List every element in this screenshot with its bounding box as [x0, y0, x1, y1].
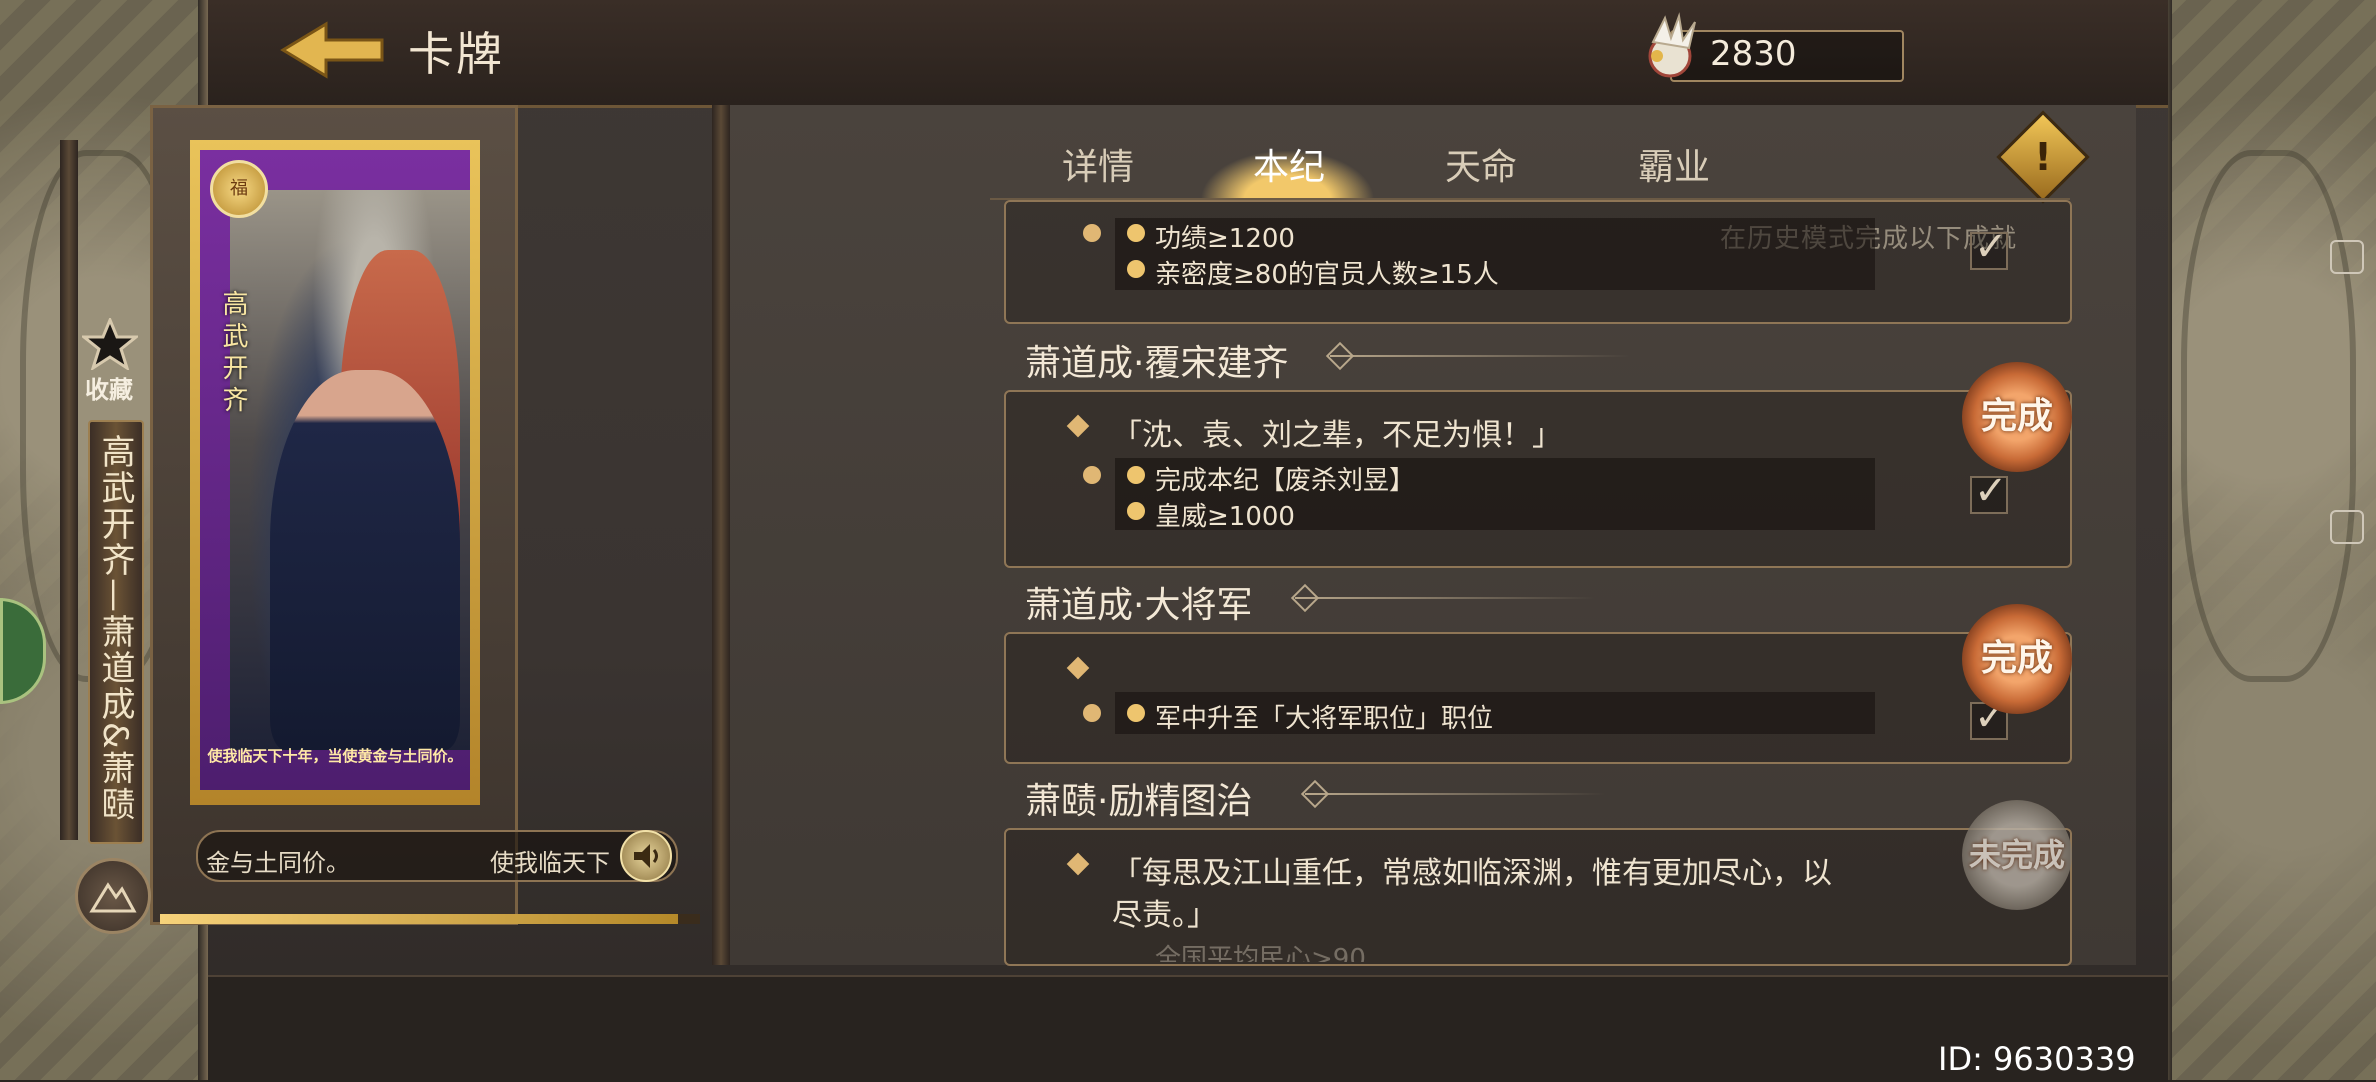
heading-ornament: [1330, 355, 1630, 357]
voice-quote-right: 使我临天下: [490, 849, 610, 877]
condition-bullet: [1127, 704, 1145, 722]
condition-text: 完成本纪【废杀刘昱】: [1155, 466, 1416, 496]
condition-dot: [1083, 704, 1101, 722]
condition-checkbox: [1970, 224, 2008, 270]
heading-ornament: [1305, 793, 1605, 795]
star-icon[interactable]: [82, 318, 138, 370]
achievement-quote: 「每思及江山重任，常感如临深渊，惟有更加尽心，以: [1112, 856, 1832, 891]
heading-ornament: [1295, 597, 1595, 599]
tab-destiny[interactable]: 天命: [1445, 138, 1517, 190]
condition-dot: [1083, 224, 1101, 242]
achievement-title: 萧道成·大将军: [1025, 585, 1253, 626]
mountain-icon: [89, 882, 137, 913]
condition-bullet: [1127, 502, 1145, 520]
player-id: ID: 9630339: [1938, 1040, 2136, 1078]
card-rarity-badge: 福: [210, 160, 268, 218]
tab-chronicle[interactable]: 本纪: [1253, 138, 1325, 190]
back-arrow-icon: [280, 21, 384, 79]
speaker-icon: [634, 844, 658, 868]
card-caption: 使我临天下十年，当使黄金与土同价。: [207, 747, 463, 765]
voice-progress-fill: [160, 914, 679, 924]
back-button[interactable]: [278, 18, 388, 82]
condition-text-faded: 全国平均民心>90: [1155, 944, 1366, 962]
system-window-icon[interactable]: [2330, 510, 2364, 544]
card-artwork: [230, 190, 470, 750]
condition-text: 亲密度≥80的官员人数≥15人: [1155, 260, 1499, 290]
mountain-button[interactable]: [75, 858, 151, 934]
condition-bullet: [1127, 466, 1145, 484]
figure-seated: [270, 370, 460, 750]
condition-checkbox: [1970, 468, 2008, 514]
favorite-label[interactable]: 收藏: [85, 370, 133, 405]
achievement-quote-cont: 尽责。」: [1112, 898, 1217, 933]
complete-seal: 完成: [1962, 362, 2072, 472]
tab-hegemony[interactable]: 霸业: [1638, 138, 1710, 190]
currency-value: 2830: [1710, 34, 1797, 74]
complete-seal: 完成: [1962, 604, 2072, 714]
hero-card[interactable]: [200, 150, 470, 790]
condition-dot: [1083, 466, 1101, 484]
condition-bullet: [1127, 260, 1145, 278]
exclamation-icon: !: [2034, 135, 2052, 179]
speaker-button[interactable]: [620, 830, 672, 882]
card-vertical-title: 高武开齐: [218, 290, 248, 418]
achievement-quote: 「沈、袁、刘之辈，不足为惧！」: [1112, 418, 1562, 453]
left-rail-decoration: [60, 140, 78, 840]
card-banner-title: 高武开齐—萧道成&萧赜: [95, 434, 135, 823]
page-title: 卡牌: [408, 27, 504, 81]
achievement-title: 萧道成·覆宋建齐: [1025, 343, 1289, 384]
condition-text: 军中升至「大将军职位」职位: [1155, 704, 1494, 734]
condition-text: 功绩≥1200: [1155, 224, 1295, 254]
tab-details[interactable]: 详情: [1062, 138, 1134, 190]
condition-bullet: [1127, 224, 1145, 242]
feather-coin-icon: [1648, 12, 1696, 78]
bottom-bar: [208, 975, 2168, 1082]
incomplete-seal: 未完成: [1962, 800, 2072, 910]
achievement-title: 萧赜·励精图治: [1025, 781, 1253, 822]
condition-text: 皇威≥1000: [1155, 502, 1295, 532]
right-rail-decoration: [712, 105, 730, 965]
system-menu-icon[interactable]: [2330, 240, 2364, 274]
voice-quote-left: 金与土同价。: [206, 849, 350, 877]
